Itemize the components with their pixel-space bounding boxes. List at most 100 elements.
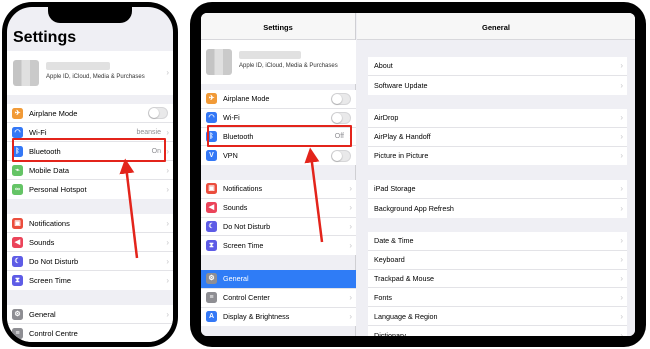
detail-row-label: Software Update xyxy=(374,80,428,90)
settings-row-airplane-mode[interactable]: ✈ Airplane Mode xyxy=(7,104,173,123)
ipad-settings-screen: Settings Apple ID, iCloud, Media & Purch… xyxy=(201,13,635,336)
hourglass-icon: ⧗ xyxy=(12,275,23,286)
settings-row-general[interactable]: ⚙ General xyxy=(201,270,356,289)
settings-sidebar: Settings Apple ID, iCloud, Media & Purch… xyxy=(201,13,356,336)
detail-row-airdrop[interactable]: AirDrop › xyxy=(368,109,627,128)
settings-row-label: Notifications xyxy=(223,184,263,194)
settings-row-airplane-mode[interactable]: ✈ Airplane Mode xyxy=(201,90,356,109)
settings-row-control-center[interactable]: ≡ Control Center › xyxy=(201,289,356,308)
settings-row-screen-time[interactable]: ⧗ Screen Time › xyxy=(201,236,356,255)
detail-title: General xyxy=(357,13,635,40)
toggle-switch[interactable] xyxy=(331,92,351,105)
detail-row-label: iPad Storage xyxy=(374,184,416,194)
chevron-right-icon: › xyxy=(620,330,623,336)
detail-row-keyboard[interactable]: Keyboard › xyxy=(368,251,627,270)
detail-row-language-region[interactable]: Language & Region › xyxy=(368,307,627,326)
phone-notch xyxy=(48,7,132,23)
detail-row-label: AirDrop xyxy=(374,113,399,123)
chevron-right-icon: › xyxy=(620,151,623,161)
chevron-right-icon: › xyxy=(166,127,169,137)
settings-row-do-not-disturb[interactable]: ☾ Do Not Disturb › xyxy=(7,252,173,271)
apple-id-profile-row[interactable]: Apple ID, iCloud, Media & Purchases xyxy=(201,40,356,84)
detail-row-software-update[interactable]: Software Update › xyxy=(368,76,627,95)
settings-row-personal-hotspot[interactable]: ∞ Personal Hotspot › xyxy=(7,180,173,199)
toggle-switch[interactable] xyxy=(331,111,351,124)
profile-subtitle: Apple ID, iCloud, Media & Purchases xyxy=(46,74,145,80)
chevron-right-icon: › xyxy=(166,309,169,319)
sidebar-title: Settings xyxy=(201,13,355,40)
settings-row-label: Personal Hotspot xyxy=(29,185,87,194)
detail-row-label: Background App Refresh xyxy=(374,203,454,213)
settings-row-screen-time[interactable]: ⧗ Screen Time › xyxy=(7,271,173,290)
detail-row-label: About xyxy=(374,61,393,71)
toggle-switch[interactable] xyxy=(148,107,168,119)
chevron-right-icon: › xyxy=(620,113,623,123)
settings-row-label: Display & Brightness xyxy=(223,312,290,322)
account-name-redacted xyxy=(46,62,110,70)
detail-row-label: Date & Time xyxy=(374,236,414,246)
notifications-icon: ▣ xyxy=(206,183,217,195)
detail-row-about[interactable]: About › xyxy=(368,57,627,76)
detail-row-airplay-handoff[interactable]: AirPlay & Handoff › xyxy=(368,128,627,147)
hourglass-icon: ⧗ xyxy=(206,240,217,252)
settings-row-general[interactable]: ⚙ General › xyxy=(7,305,173,324)
settings-row-label: Notifications xyxy=(29,218,70,228)
settings-row-label: VPN xyxy=(223,151,238,161)
settings-row-do-not-disturb[interactable]: ☾ Do Not Disturb › xyxy=(201,218,356,237)
general-detail-pane: General About › Software Update › AirDrop › Ai… xyxy=(357,13,635,336)
bluetooth-highlight-box xyxy=(12,138,166,162)
antenna-icon: ⌁ xyxy=(12,164,23,176)
chevron-right-icon: › xyxy=(166,329,169,338)
page-title: Settings xyxy=(13,29,77,46)
wifi-icon: ◠ xyxy=(12,126,23,138)
detail-row-fonts[interactable]: Fonts › xyxy=(368,288,627,308)
detail-row-dictionary[interactable]: Dictionary › xyxy=(368,326,627,336)
settings-row-sounds[interactable]: ◀ Sounds › xyxy=(201,199,356,218)
detail-row-ipad-storage[interactable]: iPad Storage › xyxy=(368,180,627,199)
settings-row-label: Sounds xyxy=(29,237,55,247)
chevron-right-icon: › xyxy=(166,165,169,175)
settings-row-sounds[interactable]: ◀ Sounds › xyxy=(7,233,173,252)
settings-row-label: Do Not Disturb xyxy=(29,256,79,266)
moon-icon: ☾ xyxy=(206,220,217,232)
detail-row-label: Trackpad & Mouse xyxy=(374,273,435,283)
iphone-settings-screen: Settings Apple ID, iCloud, Media & Purch… xyxy=(7,7,173,342)
chevron-right-icon: › xyxy=(349,221,352,231)
toggle-switch[interactable] xyxy=(331,149,351,162)
gear-icon: ⚙ xyxy=(206,273,217,285)
chevron-right-icon: › xyxy=(349,203,352,213)
settings-row-notifications[interactable]: ▣ Notifications › xyxy=(7,214,173,233)
chevron-right-icon: › xyxy=(620,292,623,302)
chevron-right-icon: › xyxy=(166,185,169,194)
chevron-right-icon: › xyxy=(349,184,352,194)
settings-row-vpn[interactable]: V VPN xyxy=(201,146,356,165)
link-icon: ∞ xyxy=(12,184,23,195)
ipad-device: Settings Apple ID, iCloud, Media & Purch… xyxy=(190,2,646,347)
settings-row-display-brightness[interactable]: A Display & Brightness › xyxy=(201,308,356,327)
settings-row-value: beansie xyxy=(136,128,161,136)
chevron-right-icon: › xyxy=(620,61,623,71)
settings-row-label: Mobile Data xyxy=(29,165,70,175)
chevron-right-icon: › xyxy=(620,255,623,265)
avatar xyxy=(13,60,39,86)
chevron-right-icon: › xyxy=(166,146,169,156)
general-detail-group: About › Software Update › xyxy=(368,57,627,95)
chevron-right-icon: › xyxy=(166,68,169,77)
detail-row-picture-in-picture[interactable]: Picture in Picture › xyxy=(368,147,627,166)
settings-row-mobile-data[interactable]: ⌁ Mobile Data › xyxy=(7,161,173,180)
detail-row-date-time[interactable]: Date & Time › xyxy=(368,232,627,251)
detail-row-trackpad-mouse[interactable]: Trackpad & Mouse › xyxy=(368,270,627,289)
settings-row-label: Screen Time xyxy=(29,276,72,285)
chevron-right-icon: › xyxy=(166,256,169,266)
display-icon: A xyxy=(206,311,217,323)
apple-id-profile-row[interactable]: Apple ID, iCloud, Media & Purchases › xyxy=(7,51,173,95)
settings-row-label: General xyxy=(223,274,249,284)
settings-row-control-centre[interactable]: ≡ Control Centre › xyxy=(7,324,173,342)
gear-icon: ⚙ xyxy=(12,308,23,320)
settings-row-notifications[interactable]: ▣ Notifications › xyxy=(201,180,356,199)
detail-row-background-app-refresh[interactable]: Background App Refresh › xyxy=(368,199,627,218)
detail-row-label: Dictionary xyxy=(374,330,406,336)
chevron-right-icon: › xyxy=(349,241,352,251)
airplane-icon: ✈ xyxy=(12,107,23,119)
detail-row-label: Picture in Picture xyxy=(374,151,429,161)
